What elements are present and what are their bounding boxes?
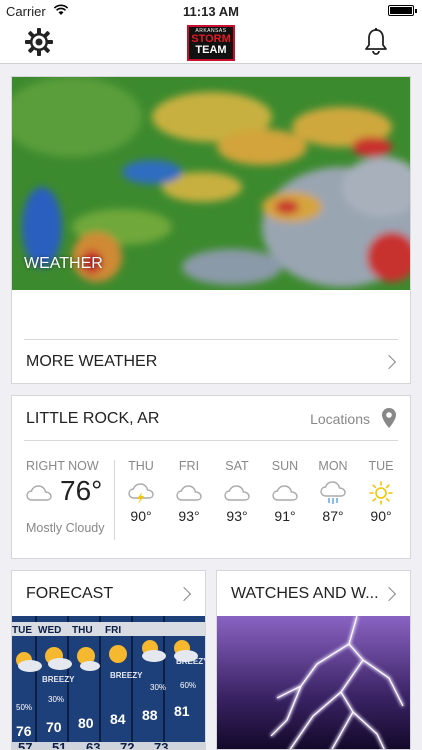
chevron-right-icon: [176, 586, 192, 602]
forecast-badge: BREEZY: [176, 657, 205, 666]
watches-tile-header[interactable]: WATCHES AND W...: [217, 571, 410, 616]
forecast-high: 81: [174, 703, 190, 719]
radar-label: WEATHER: [24, 255, 103, 272]
radar-map-image[interactable]: WEATHER: [12, 77, 410, 290]
day-temp: 87°: [322, 508, 344, 524]
forecast-high: 88: [142, 707, 158, 723]
forecast-low: 51: [52, 740, 66, 750]
day-name: THU: [128, 459, 154, 473]
forecast-day: SAT 93°: [214, 459, 260, 524]
forecast-tile[interactable]: FORECAST TUE WED THU FRI BREEZY BREEZY B…: [11, 570, 206, 750]
thunderstorm-icon: [128, 483, 154, 504]
forecast-day-thu: THU: [72, 625, 93, 636]
more-weather-row[interactable]: MORE WEATHER: [12, 340, 410, 384]
day-temp: 93°: [178, 508, 200, 524]
battery-icon: [388, 5, 417, 16]
divider: [24, 440, 398, 441]
forecast-low: 73: [154, 740, 168, 750]
sun-icon: [369, 481, 393, 505]
day-name: FRI: [178, 459, 200, 473]
location-weather-card[interactable]: LITTLE ROCK, AR Locations RIGHT NOW 76° …: [11, 395, 411, 559]
forecast-label: FORECAST: [26, 585, 114, 602]
notifications-bell-icon[interactable]: [364, 28, 388, 56]
forecast-badge: BREEZY: [110, 671, 143, 680]
forecast-graphic-image: TUE WED THU FRI BREEZY BREEZY BREEZY 50%: [12, 616, 205, 750]
day-name: SAT: [225, 459, 249, 473]
chevron-right-icon: [381, 586, 397, 602]
current-temp: 76°: [60, 475, 103, 506]
rain-icon: [320, 481, 346, 504]
day-temp: 90°: [130, 508, 152, 524]
forecast-low: 57: [18, 740, 32, 750]
settings-gear-icon[interactable]: [24, 27, 54, 57]
watches-label: WATCHES AND W...: [231, 585, 379, 602]
logo-line3: TEAM: [195, 44, 227, 56]
day-name: SUN: [271, 459, 299, 473]
nav-bar: ARKANSAS STORM TEAM: [0, 22, 422, 64]
forecast-day: THU 90°: [118, 459, 164, 524]
cloud-icon: [272, 485, 298, 501]
chevron-right-icon: [381, 354, 397, 370]
watches-warnings-tile[interactable]: WATCHES AND W...: [216, 570, 411, 750]
location-pin-icon[interactable]: [382, 408, 396, 428]
current-conditions: RIGHT NOW 76° Mostly Cloudy: [26, 459, 116, 535]
right-now-label: RIGHT NOW: [26, 459, 99, 473]
forecast-high: 84: [110, 711, 126, 727]
cloud-icon: [224, 485, 250, 501]
weather-card[interactable]: WEATHER MORE WEATHER: [11, 76, 411, 384]
forecast-tile-header[interactable]: FORECAST: [12, 571, 205, 616]
cloud-icon: [176, 485, 202, 501]
more-weather-label: MORE WEATHER: [26, 353, 158, 370]
forecast-day: MON 87°: [310, 459, 356, 524]
arkansas-storm-team-logo: ARKANSAS STORM TEAM: [187, 25, 235, 61]
current-condition: Mostly Cloudy: [26, 521, 105, 535]
forecast-high: 70: [46, 719, 62, 735]
forecast-low: 63: [86, 740, 100, 750]
forecast-percent: 30%: [150, 683, 166, 692]
forecast-day: SUN 91°: [262, 459, 308, 524]
day-temp: 93°: [226, 508, 248, 524]
forecast-percent: 50%: [16, 703, 32, 712]
forecast-day: TUE 90°: [358, 459, 404, 524]
divider: [114, 460, 115, 540]
forecast-day: FRI 93°: [166, 459, 212, 524]
lightning-image: [217, 616, 410, 749]
forecast-high: 76: [16, 723, 32, 739]
forecast-low: 72: [120, 740, 134, 750]
city-name: LITTLE ROCK, AR: [26, 410, 160, 427]
day-temp: 91°: [274, 508, 296, 524]
locations-link[interactable]: Locations: [310, 411, 370, 427]
forecast-day-tue: TUE: [12, 625, 32, 636]
status-time: 11:13 AM: [183, 4, 239, 19]
day-name: TUE: [368, 459, 394, 473]
cloud-icon: [26, 485, 52, 501]
day-temp: 90°: [370, 508, 392, 524]
forecast-day-fri: FRI: [105, 625, 121, 636]
forecast-high: 80: [78, 715, 94, 731]
day-name: MON: [318, 459, 348, 473]
forecast-badge: BREEZY: [42, 675, 75, 684]
forecast-day-wed: WED: [38, 625, 61, 636]
forecast-percent: 60%: [180, 681, 196, 690]
status-bar: Carrier 11:13 AM: [0, 0, 422, 22]
forecast-percent: 30%: [48, 695, 64, 704]
